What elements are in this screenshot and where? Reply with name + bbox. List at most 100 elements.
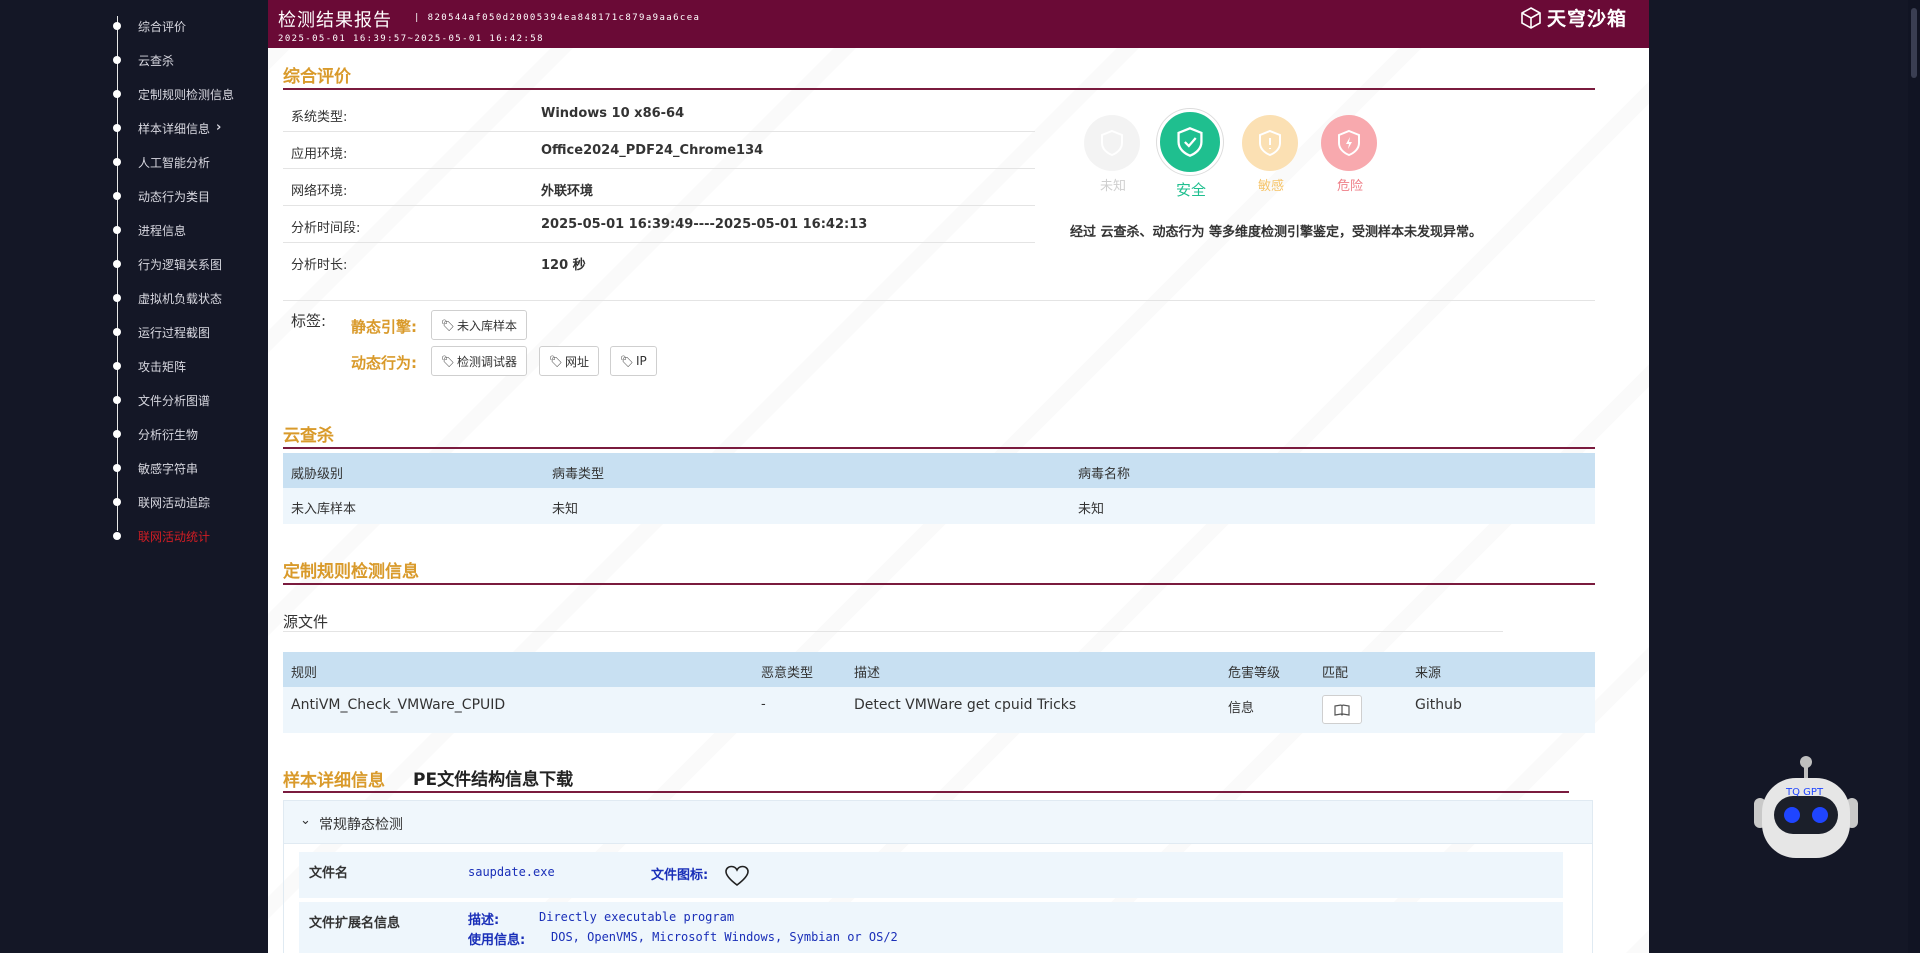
page-scrollbar[interactable]	[1908, 0, 1920, 953]
verdict-label: 未知	[1099, 179, 1126, 194]
shield-check-icon	[1177, 127, 1203, 157]
tag-url[interactable]: 🏷 网址	[539, 346, 599, 376]
section-title-cloud-scan: 云查杀	[283, 426, 334, 446]
rule-description: Detect VMWare get cpuid Tricks	[854, 697, 1077, 713]
tag-label: 检测调试器	[456, 354, 517, 369]
sidebar-item-label: 联网活动追踪	[138, 496, 211, 510]
tq-gpt-assistant[interactable]: TQ GPT	[1750, 752, 1862, 862]
table-cell: 未知	[1078, 502, 1105, 517]
pe-key: 文件扩展名信息	[309, 916, 401, 931]
pe-row-extension: 文件扩展名信息 描述: Directly executable program …	[299, 902, 1563, 953]
table-row: AntiVM_Check_VMWare_CPUID - Detect VMWar…	[283, 687, 1595, 733]
timeline-dot	[113, 396, 121, 404]
brand-name: 天穹沙箱	[1546, 8, 1627, 30]
sidebar-item-label: 敏感字符串	[138, 462, 199, 476]
timeline-dot	[113, 192, 121, 200]
info-key: 系统类型:	[291, 110, 348, 125]
table-cell: 未知	[552, 502, 579, 517]
sidebar-item-label: 动态行为类目	[138, 190, 211, 204]
dynamic-behavior-label: 动态行为:	[351, 354, 417, 372]
report-time-range: 2025-05-01 16:39:57~2025-05-01 16:42:58	[278, 34, 544, 44]
divider	[283, 300, 1595, 301]
tag-icon: 🏷	[549, 354, 563, 368]
tag-label: 未入库样本	[456, 318, 517, 333]
info-key: 分析时间段:	[291, 221, 361, 236]
section-title-sample-details: 样本详细信息	[283, 771, 385, 791]
sidebar-item-label: 运行过程截图	[138, 326, 211, 340]
page-title: 检测结果报告	[278, 10, 392, 31]
sidebar-item-label: 分析衍生物	[138, 428, 199, 442]
report-main: 检测结果报告 | 820544af050d20005394ea848171c87…	[268, 0, 1649, 953]
timeline-dot	[113, 328, 121, 336]
tag-not-in-library[interactable]: 🏷 未入库样本	[431, 310, 527, 340]
shield-bolt-icon	[1338, 129, 1360, 157]
brand-logo: 天穹沙箱	[1519, 4, 1627, 31]
section-divider	[283, 791, 1569, 793]
verdict-label: 敏感	[1257, 179, 1284, 194]
sidebar-item-label: 综合评价	[138, 20, 187, 34]
tag-label: IP	[635, 354, 647, 368]
verdict-unknown: 未知	[1084, 115, 1142, 194]
scrollbar-thumb[interactable]	[1911, 8, 1917, 78]
heart-icon	[725, 865, 749, 887]
ext-desc-key: 描述:	[468, 913, 500, 928]
sidebar-item-label: 虚拟机负载状态	[138, 292, 223, 306]
info-value: 120 秒	[541, 258, 586, 273]
chevron-down-icon: ⌄	[300, 813, 311, 828]
sidebar-item-label: 攻击矩阵	[138, 360, 187, 374]
pe-key: 文件名	[309, 866, 349, 881]
cube-logo-icon	[1521, 6, 1541, 29]
sidebar-item-label: 样本详细信息	[138, 122, 211, 136]
column-header: 病毒名称	[1078, 467, 1131, 482]
timeline-dot	[113, 56, 121, 64]
static-engine-label: 静态引擎:	[351, 318, 417, 336]
tag-ip[interactable]: 🏷 IP	[610, 346, 657, 376]
robot-label: TQ GPT	[1786, 787, 1824, 798]
column-header: 恶意类型	[761, 666, 814, 681]
info-value: 外联环境	[541, 184, 594, 199]
column-header: 危害等级	[1228, 666, 1281, 681]
timeline-dot	[113, 226, 121, 234]
chevron-right-icon: ›	[216, 120, 222, 135]
info-key: 网络环境:	[291, 184, 348, 199]
verdict-danger-circle	[1321, 115, 1377, 171]
sidebar-item-label: 定制规则检测信息	[138, 88, 235, 102]
section-divider	[283, 447, 1595, 449]
risk-level: 信息	[1228, 701, 1255, 716]
tag-icon: 🏷	[441, 354, 455, 368]
column-header: 规则	[291, 666, 318, 681]
pe-row-filename: 文件名 saupdate.exe 文件图标:	[299, 852, 1563, 898]
timeline-dot	[113, 464, 121, 472]
verdict-label: 危险	[1336, 179, 1363, 194]
sidebar-item-label: 文件分析图谱	[138, 394, 211, 408]
pe-download-link[interactable]: PE文件结构信息下载	[413, 765, 573, 790]
column-header: 来源	[1415, 666, 1442, 681]
sidebar-item-label: 进程信息	[138, 224, 187, 238]
info-value: Office2024_PDF24_Chrome134	[541, 143, 764, 158]
sample-hash: | 820544af050d20005394ea848171c879a9aa6c…	[414, 13, 701, 23]
column-header: 威胁级别	[291, 467, 344, 482]
sidebar-item-label: 联网活动统计	[138, 530, 211, 544]
info-row-analysis-period: 分析时间段: 2025-05-01 16:39:49----2025-05-01…	[283, 206, 1035, 243]
column-header: 匹配	[1322, 666, 1349, 681]
sidebar-item-label: 人工智能分析	[138, 156, 211, 170]
info-row-app-env: 应用环境: Office2024_PDF24_Chrome134	[283, 132, 1035, 169]
verdict-safe-circle	[1157, 109, 1223, 175]
timeline-dot	[113, 430, 121, 438]
divider	[283, 631, 1503, 632]
timeline-dot	[113, 532, 121, 540]
cloud-table-header: 威胁级别 病毒类型 病毒名称	[283, 453, 1595, 488]
tags-label: 标签:	[291, 312, 327, 330]
book-icon	[1334, 703, 1350, 716]
ext-usage-value: DOS, OpenVMS, Microsoft Windows, Symbian…	[551, 930, 898, 944]
verdict-unknown-circle	[1084, 115, 1140, 171]
verdict-sensitive: 敏感	[1242, 115, 1300, 194]
file-icon-label: 文件图标:	[651, 868, 709, 883]
malicious-type: -	[761, 697, 766, 712]
sidebar-item-label: 行为逻辑关系图	[138, 258, 223, 272]
tag-detect-debugger[interactable]: 🏷 检测调试器	[431, 346, 527, 376]
sidebar-nav: 综合评价 云查杀 定制规则检测信息 样本详细信息 › 人工智能分析 动态行为类目…	[0, 0, 268, 953]
static-detection-panel-header[interactable]: ⌄ 常规静态检测	[283, 800, 1593, 844]
match-view-button[interactable]	[1322, 695, 1362, 724]
column-header: 病毒类型	[552, 467, 605, 482]
